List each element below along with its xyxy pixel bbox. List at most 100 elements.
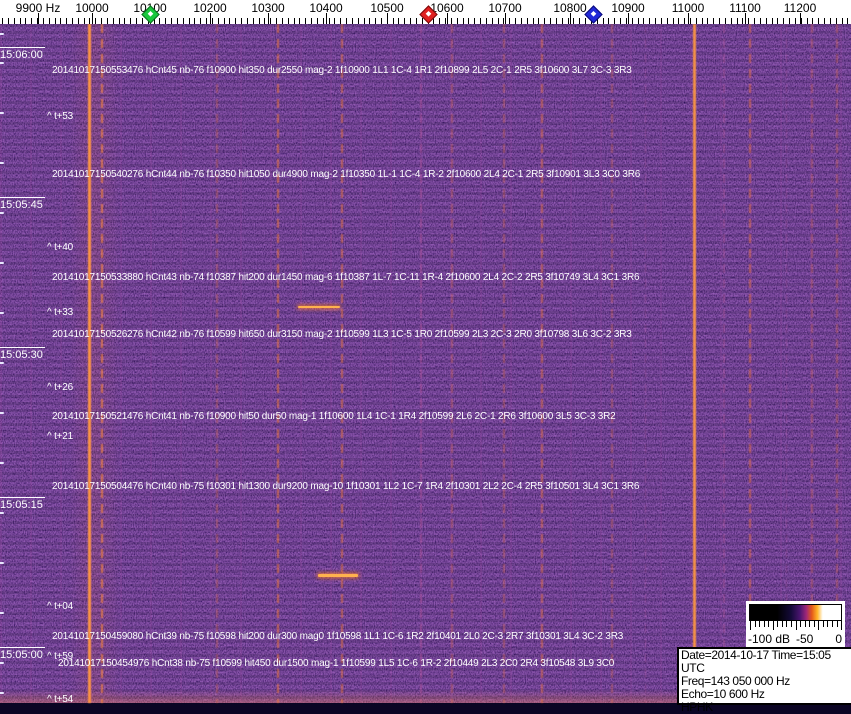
time-offset-marker: ^ t+54 (47, 694, 74, 705)
freq-minor-tick (77, 18, 79, 24)
freq-minor-tick (806, 18, 808, 24)
freq-minor-tick (462, 18, 464, 24)
carrier-line (503, 24, 505, 703)
freq-minor-tick (526, 18, 528, 24)
freq-minor-tick (112, 18, 114, 24)
carrier-line (645, 24, 646, 703)
time-label: 15:06:00 (0, 47, 45, 61)
freq-minor-tick (311, 18, 312, 24)
freq-minor-tick (410, 18, 412, 24)
db-tick (818, 621, 820, 630)
freq-minor-tick (655, 18, 656, 24)
freq-minor-tick (293, 18, 295, 24)
freq-minor-tick (544, 18, 546, 24)
freq-label: 10800 (553, 1, 587, 15)
time-tick (0, 562, 4, 564)
time-label: 15:05:45 (0, 197, 45, 211)
freq-minor-tick (25, 18, 27, 24)
freq-minor-tick (357, 18, 359, 24)
time-tick (0, 512, 4, 514)
time-tick (0, 162, 4, 164)
freq-minor-tick (631, 18, 633, 24)
db-tick (754, 621, 756, 627)
detection-line: 20141017150521476 hCnt41 nb-76 f10900 hi… (52, 411, 616, 422)
freq-minor-tick (532, 18, 534, 24)
freq-minor-tick (550, 18, 551, 24)
time-offset-marker: ^ t+40 (47, 242, 74, 253)
freq-minor-tick (375, 18, 377, 24)
freq-minor-tick (217, 18, 219, 24)
freq-minor-tick (759, 18, 761, 24)
freq-minor-tick (485, 18, 487, 24)
freq-minor-tick (456, 18, 458, 24)
freq-minor-tick (713, 18, 715, 24)
db-tick (800, 621, 801, 627)
freq-minor-tick (783, 18, 785, 24)
carrier-line (341, 24, 343, 703)
time-tick (0, 412, 4, 414)
freq-label: 10500 (370, 1, 404, 15)
freq-minor-tick (281, 18, 283, 24)
freq-minor-tick (777, 18, 779, 24)
freq-minor-tick (252, 18, 254, 24)
freq-minor-tick (719, 18, 721, 24)
freq-minor-tick (200, 18, 202, 24)
db-tick (841, 621, 842, 630)
freq-minor-tick (66, 18, 68, 24)
freq-minor-tick (567, 18, 569, 24)
freq-minor-tick (754, 18, 756, 24)
db-tick (781, 621, 783, 627)
db-tick (790, 621, 792, 627)
freq-minor-tick (305, 18, 307, 24)
freq-minor-tick (176, 18, 178, 24)
freq-label: 11200 (783, 1, 817, 15)
freq-minor-tick (608, 18, 610, 24)
freq-minor-tick (89, 18, 91, 24)
db-tick (827, 621, 829, 627)
freq-minor-tick (229, 18, 231, 24)
freq-minor-tick (404, 18, 406, 24)
db-tick (831, 621, 833, 627)
freq-minor-tick (579, 18, 581, 24)
freq-minor-tick (31, 18, 33, 24)
db-tick (804, 621, 806, 627)
time-tick (0, 62, 4, 64)
freq-minor-tick (194, 18, 196, 24)
carrier-line (611, 24, 613, 703)
detection-line: 20141017150454976 hCnt38 nb-75 f10599 hi… (58, 658, 615, 669)
freq-minor-tick (95, 18, 97, 24)
freq-label: 11000 (671, 1, 705, 15)
freq-minor-tick (625, 18, 627, 24)
time-tick (0, 33, 4, 35)
detection-line: 20141017150553476 hCnt45 nb-76 f10900 hi… (52, 65, 632, 76)
freq-minor-tick (771, 18, 773, 24)
freq-minor-tick (101, 18, 103, 24)
blue-diamond-marker[interactable] (584, 5, 603, 24)
freq-minor-tick (602, 18, 604, 24)
carrier-line (420, 24, 422, 703)
freq-minor-tick (415, 18, 417, 24)
carrier-line (693, 24, 696, 703)
freq-label: 11100 (729, 1, 761, 15)
time-offset-marker: ^ t+53 (47, 111, 74, 122)
freq-minor-tick (585, 18, 586, 24)
db-tick (813, 621, 815, 627)
freq-minor-tick (841, 18, 843, 24)
freq-minor-tick (159, 18, 161, 24)
freq-minor-tick (561, 18, 563, 24)
freq-minor-tick (42, 18, 44, 24)
freq-minor-tick (118, 18, 120, 24)
db-tick (772, 621, 774, 630)
freq-minor-tick (742, 18, 744, 24)
freq-minor-tick (171, 18, 173, 24)
freq-minor-tick (188, 18, 190, 24)
freq-minor-tick (491, 18, 493, 24)
freq-minor-tick (555, 18, 557, 24)
db-tick (750, 621, 751, 630)
carrier-line (541, 24, 543, 703)
freq-minor-tick (689, 18, 691, 24)
time-tick (0, 212, 4, 214)
freq-minor-tick (130, 18, 132, 24)
freq-minor-tick (270, 18, 272, 24)
freq-minor-tick (60, 18, 62, 24)
